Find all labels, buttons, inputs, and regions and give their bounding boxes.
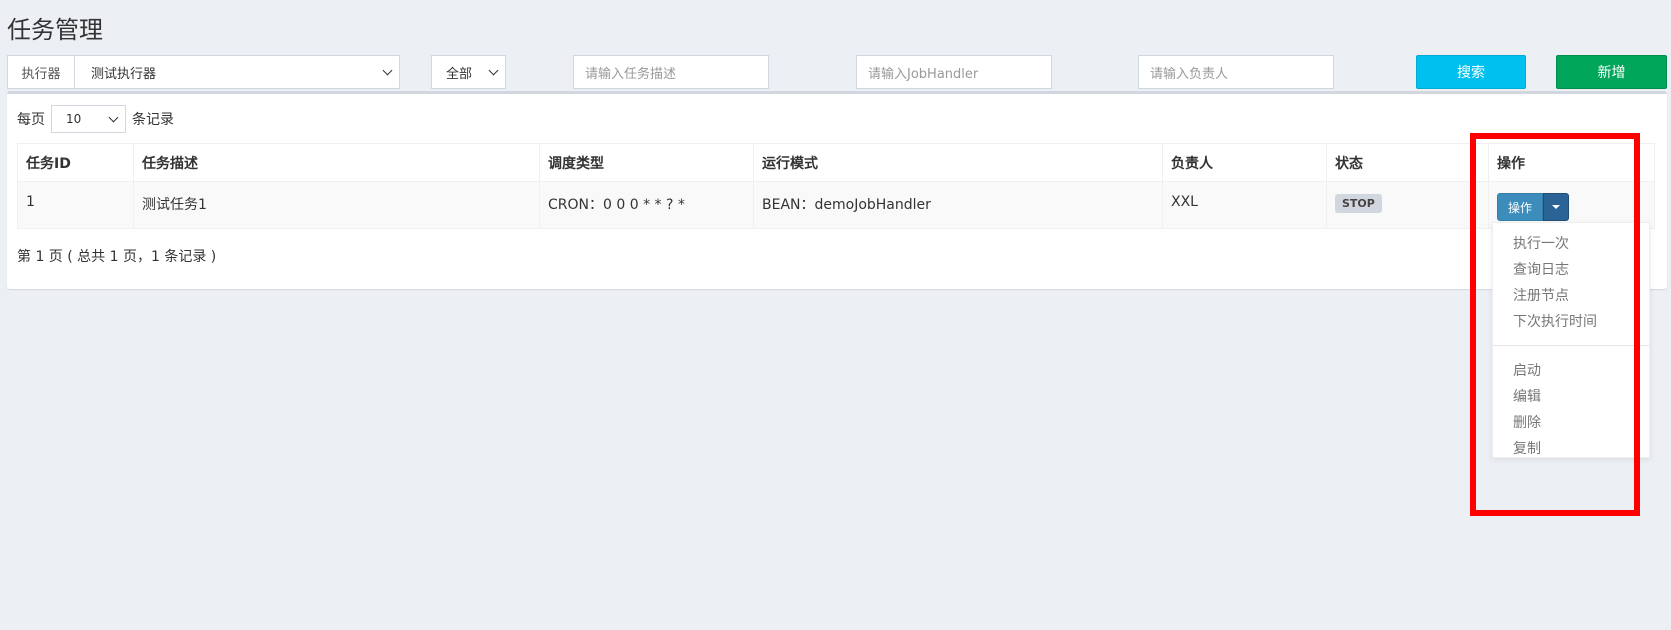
action-dropdown-menu: 执行一次 查询日志 注册节点 下次执行时间 启动 编辑 删除 复制: [1492, 222, 1650, 458]
add-button[interactable]: 新增: [1556, 55, 1667, 89]
menu-item-delete[interactable]: 删除: [1493, 410, 1649, 436]
chevron-down-icon: [108, 112, 119, 122]
job-handler-input[interactable]: 请输入JobHandler: [856, 55, 1052, 89]
menu-item-log[interactable]: 查询日志: [1493, 257, 1649, 283]
executor-filter[interactable]: 执行器 测试执行器: [7, 55, 400, 89]
chevron-down-icon: [488, 65, 499, 75]
column-header-mode[interactable]: 运行模式: [753, 143, 1163, 182]
job-desc-input[interactable]: 请输入任务描述: [573, 55, 769, 89]
page-title: 任务管理: [7, 16, 103, 44]
cell-status: STOP: [1326, 181, 1489, 229]
table-header-row: 任务ID 任务描述 调度类型 运行模式 负责人 状态 操作: [17, 143, 1655, 182]
status-select-value: 全部: [446, 66, 473, 82]
column-header-status[interactable]: 状态: [1326, 143, 1489, 182]
job-desc-placeholder: 请输入任务描述: [585, 66, 677, 82]
action-dropdown-toggle[interactable]: [1543, 193, 1570, 221]
column-header-schedule[interactable]: 调度类型: [539, 143, 754, 182]
author-input[interactable]: 请输入负责人: [1138, 55, 1334, 89]
column-header-action: 操作: [1488, 143, 1655, 182]
executor-select[interactable]: 测试执行器: [75, 56, 399, 88]
pagination-info: 第 1 页 ( 总共 1 页，1 条记录 ): [17, 249, 217, 265]
search-button[interactable]: 搜索: [1416, 55, 1526, 89]
author-placeholder: 请输入负责人: [1150, 66, 1229, 82]
executor-select-value: 测试执行器: [91, 66, 157, 82]
job-list-box: 每页 10 条记录 任务ID 任务描述 调度类型 运行模式 负责人 状态 操作 …: [7, 91, 1667, 289]
menu-item-copy[interactable]: 复制: [1493, 436, 1649, 462]
menu-item-start[interactable]: 启动: [1493, 358, 1649, 384]
job-table: 任务ID 任务描述 调度类型 运行模式 负责人 状态 操作 1 测试任务1 CR…: [17, 143, 1655, 229]
page-length-value: 10: [66, 112, 82, 126]
cell-id: 1: [17, 181, 134, 229]
page-length: 每页 10 条记录: [17, 105, 174, 133]
column-header-id[interactable]: 任务ID: [17, 143, 134, 182]
page-length-select[interactable]: 10: [51, 105, 126, 133]
menu-item-edit[interactable]: 编辑: [1493, 384, 1649, 410]
action-button-group[interactable]: 操作: [1497, 193, 1570, 221]
cell-desc: 测试任务1: [133, 181, 540, 229]
column-header-author[interactable]: 负责人: [1162, 143, 1327, 182]
action-button[interactable]: 操作: [1497, 193, 1544, 221]
job-handler-placeholder: 请输入JobHandler: [868, 66, 979, 82]
chevron-down-icon: [382, 65, 393, 75]
executor-label: 执行器: [8, 56, 75, 88]
menu-divider: [1493, 345, 1649, 346]
cell-mode: BEAN：demoJobHandler: [753, 181, 1163, 229]
caret-down-icon: [1552, 205, 1561, 209]
menu-item-trigger[interactable]: 执行一次: [1493, 231, 1649, 257]
page-length-suffix: 条记录: [132, 112, 174, 128]
page-length-prefix: 每页: [17, 112, 45, 128]
status-badge: STOP: [1335, 194, 1382, 213]
table-row: 1 测试任务1 CRON：0 0 0 * * ? * BEAN：demoJobH…: [17, 181, 1655, 229]
column-header-desc[interactable]: 任务描述: [133, 143, 540, 182]
cell-schedule: CRON：0 0 0 * * ? *: [539, 181, 754, 229]
menu-item-next-trigger-time[interactable]: 下次执行时间: [1493, 309, 1649, 335]
cell-author: XXL: [1162, 181, 1327, 229]
menu-item-registry[interactable]: 注册节点: [1493, 283, 1649, 309]
status-select[interactable]: 全部: [431, 55, 506, 89]
